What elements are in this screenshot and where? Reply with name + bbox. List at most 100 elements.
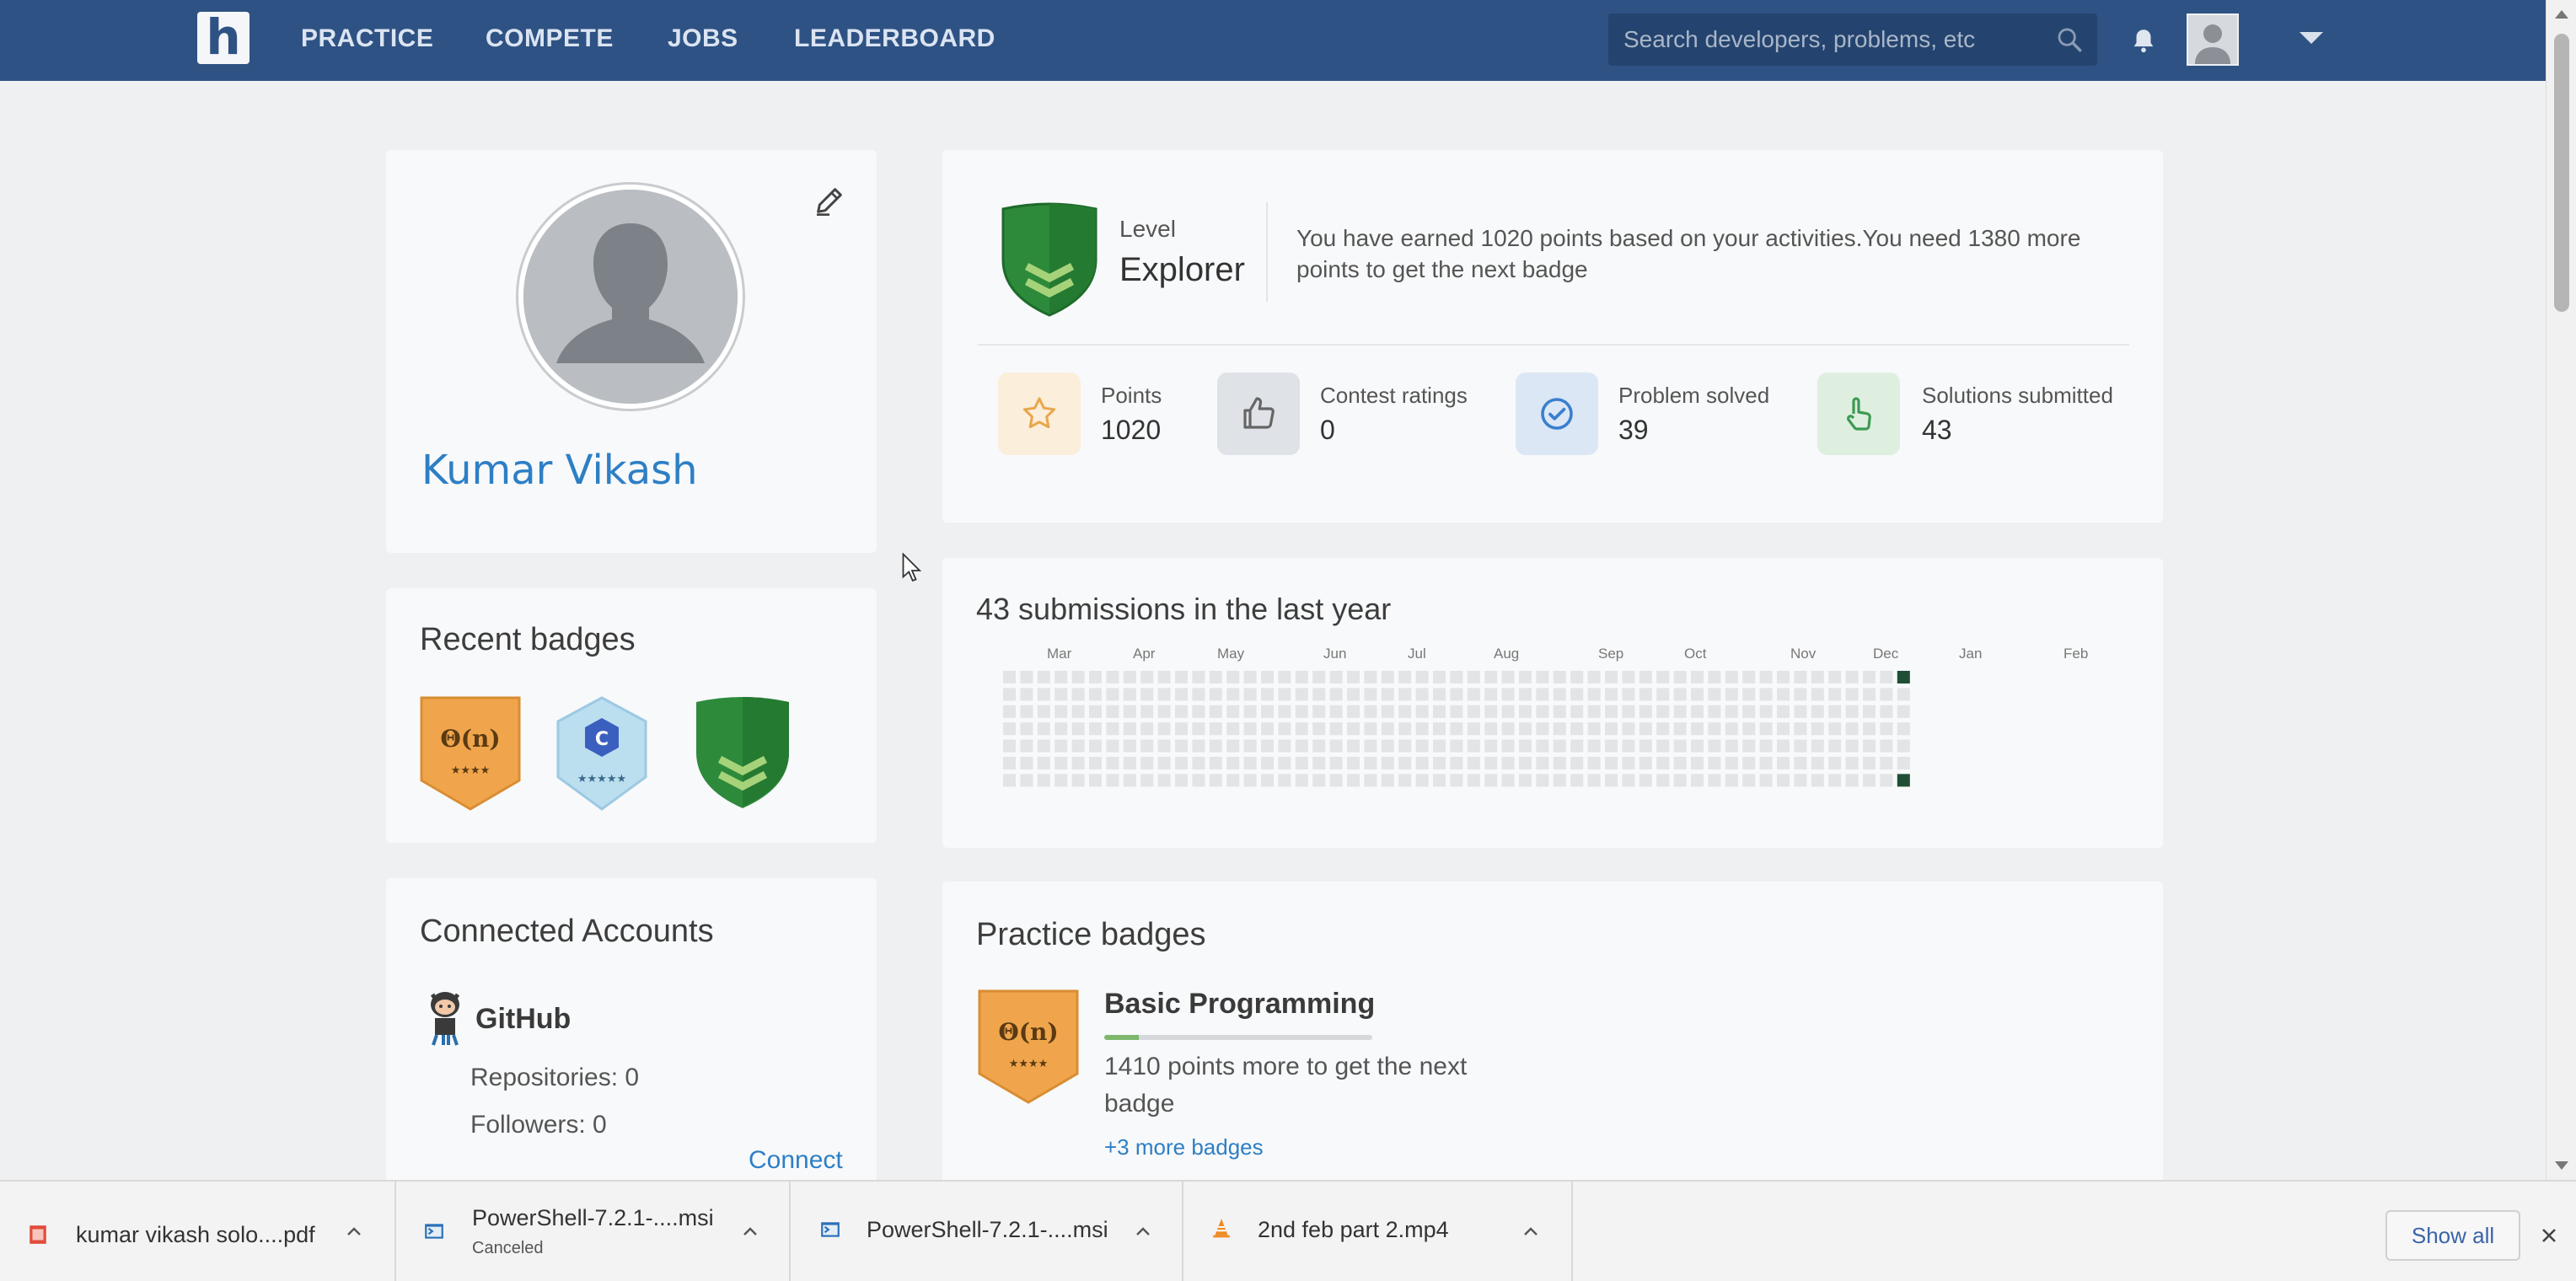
heatmap-cell xyxy=(1570,757,1584,769)
heatmap-cell xyxy=(1329,722,1343,736)
chevron-up-icon[interactable] xyxy=(346,1225,362,1237)
heatmap-cell xyxy=(1364,705,1377,718)
explorer-shield-badge[interactable] xyxy=(688,691,797,814)
practice-badge-name[interactable]: Basic Programming xyxy=(1104,988,1375,1021)
chevron-up-icon[interactable] xyxy=(1522,1225,1539,1237)
heatmap-cell xyxy=(1828,739,1842,753)
heatmap-cell xyxy=(1536,688,1549,701)
heatmap-cell xyxy=(1811,739,1824,753)
download-item[interactable]: kumar vikash solo....pdf xyxy=(0,1182,396,1281)
c-language-badge[interactable]: C ★★★★★ xyxy=(553,694,651,812)
complexity-badge[interactable]: Θ(n) ★★★★ xyxy=(418,694,523,812)
scroll-down-icon[interactable] xyxy=(2555,1161,2568,1170)
heatmap-cell xyxy=(1433,757,1446,769)
heatmap-cell xyxy=(1123,688,1136,701)
search-input[interactable] xyxy=(1623,13,2028,66)
nav-jobs[interactable]: JOBS xyxy=(668,22,738,56)
heatmap-cell xyxy=(1794,722,1807,736)
heatmap-cell xyxy=(1845,722,1859,736)
download-filename: PowerShell-7.2.1-....msi xyxy=(867,1217,1108,1242)
heatmap-cell xyxy=(1501,739,1515,753)
heatmap-cell xyxy=(1278,671,1291,683)
heatmap-cell xyxy=(1106,757,1119,769)
nav-compete[interactable]: COMPETE xyxy=(486,22,614,56)
heatmap-cell xyxy=(1450,774,1463,787)
heatmap-cell xyxy=(1415,688,1429,701)
heatmap-cell xyxy=(1003,688,1016,701)
heatmap-cell xyxy=(1037,757,1050,769)
heatmap-cell xyxy=(1089,722,1102,736)
chevron-up-icon[interactable] xyxy=(1135,1225,1151,1237)
edit-pencil-icon[interactable] xyxy=(813,184,846,217)
download-item[interactable]: PowerShell-7.2.1-....msi xyxy=(791,1182,1183,1281)
heatmap-cell xyxy=(1725,739,1738,753)
heatmap-cell xyxy=(1020,722,1033,736)
close-icon[interactable] xyxy=(2539,1225,2559,1246)
practice-complexity-badge[interactable]: Θ(n) ★★★★ xyxy=(976,988,1081,1106)
heatmap-cell xyxy=(1020,705,1033,718)
heatmap-cell xyxy=(1295,671,1308,683)
heatmap-cell xyxy=(1656,739,1670,753)
heatmap-cell xyxy=(1071,774,1085,787)
star-icon xyxy=(1022,397,1056,429)
more-badges-link[interactable]: +3 more badges xyxy=(1104,1134,1264,1160)
hackerearth-logo[interactable]: h xyxy=(197,12,250,64)
check-circle-icon xyxy=(1541,398,1573,430)
chevron-up-icon[interactable] xyxy=(742,1225,759,1237)
heatmap-cell xyxy=(1123,705,1136,718)
heatmap-cell xyxy=(1467,757,1480,769)
heatmap-cell xyxy=(1020,757,1033,769)
heatmap-cell xyxy=(1329,739,1343,753)
scroll-up-icon[interactable] xyxy=(2555,10,2568,19)
page-scrollbar[interactable] xyxy=(2546,0,2576,1180)
nav-practice[interactable]: PRACTICE xyxy=(301,22,433,56)
heatmap-cell xyxy=(1089,774,1102,787)
heatmap-cell xyxy=(1089,757,1102,769)
heatmap-cell xyxy=(1811,774,1824,787)
heatmap-cell xyxy=(1450,705,1463,718)
heatmap-cell xyxy=(1725,722,1738,736)
heatmap-cell xyxy=(1725,688,1738,701)
heatmap-cell xyxy=(1192,722,1205,736)
heatmap-cell xyxy=(1828,722,1842,736)
heatmap-cell xyxy=(1863,722,1876,736)
scrollbar-thumb[interactable] xyxy=(2554,34,2569,312)
svg-text:C: C xyxy=(595,729,609,750)
heatmap-cell xyxy=(1536,722,1549,736)
show-all-downloads-button[interactable]: Show all xyxy=(2385,1210,2520,1261)
connect-github-link[interactable]: Connect xyxy=(749,1146,843,1175)
heatmap-cell xyxy=(1450,688,1463,701)
heatmap-cell xyxy=(1777,757,1790,769)
heatmap-cell xyxy=(1880,757,1893,769)
bell-icon[interactable] xyxy=(2129,25,2158,56)
user-avatar[interactable] xyxy=(2187,13,2239,66)
heatmap-cell xyxy=(1845,688,1859,701)
heatmap-cell xyxy=(1261,688,1274,701)
heatmap-cell xyxy=(1192,774,1205,787)
heatmap-cell xyxy=(1020,739,1033,753)
heatmap-cell xyxy=(1106,774,1119,787)
heatmap-cell xyxy=(1157,671,1171,683)
heatmap-cell xyxy=(1656,705,1670,718)
heatmap-cell xyxy=(1759,757,1773,769)
heatmap-cell xyxy=(1209,774,1222,787)
download-item[interactable]: PowerShell-7.2.1-....msi Canceled xyxy=(396,1182,791,1281)
heatmap-cell xyxy=(1845,757,1859,769)
heatmap-cell xyxy=(1553,757,1566,769)
heatmap-cell xyxy=(1312,774,1326,787)
heatmap-cell xyxy=(1312,705,1326,718)
heatmap-cell xyxy=(1433,671,1446,683)
download-filename: PowerShell-7.2.1-....msi xyxy=(472,1205,714,1230)
search-icon[interactable] xyxy=(2055,25,2084,54)
heatmap-cell xyxy=(1587,688,1601,701)
account-dropdown-icon[interactable] xyxy=(2300,32,2323,44)
heatmap-cell xyxy=(1587,722,1601,736)
heatmap-cell xyxy=(1501,705,1515,718)
nav-leaderboard[interactable]: LEADERBOARD xyxy=(794,22,996,56)
download-item[interactable]: 2nd feb part 2.mp4 xyxy=(1183,1182,1573,1281)
heatmap-cell xyxy=(1759,774,1773,787)
heatmap-cell xyxy=(1863,757,1876,769)
heatmap-cell xyxy=(1295,722,1308,736)
heatmap-cell xyxy=(1278,739,1291,753)
heatmap-cell xyxy=(1811,722,1824,736)
